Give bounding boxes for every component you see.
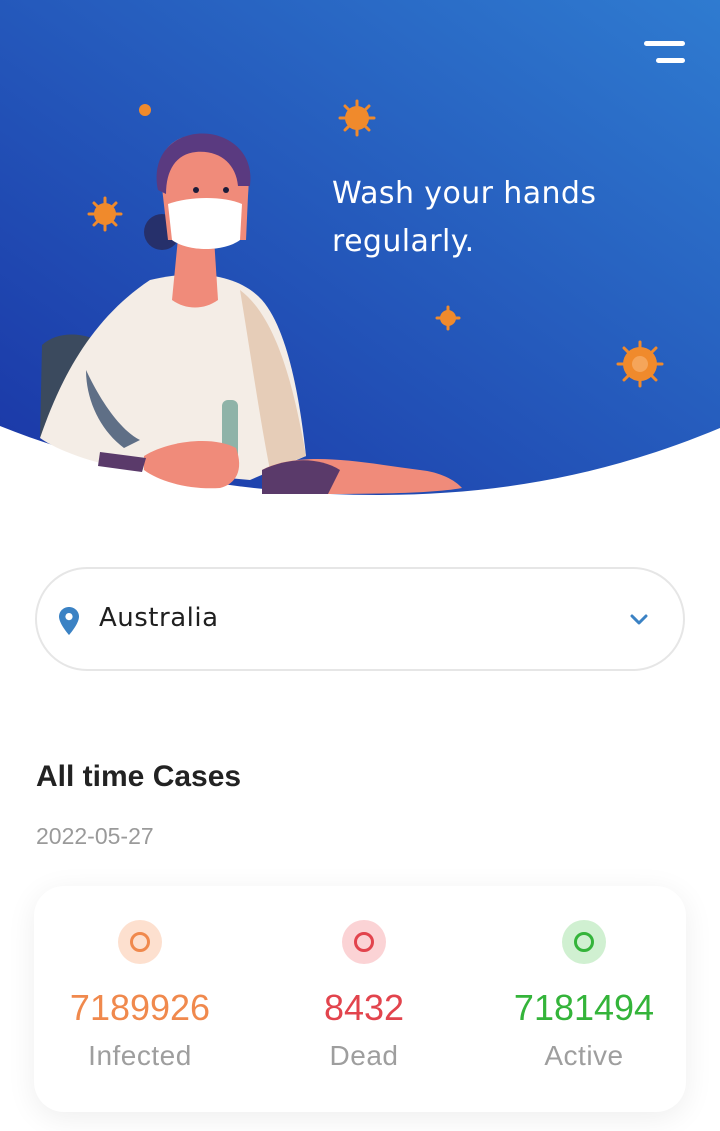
chevron-down-icon[interactable]: [629, 613, 649, 627]
dead-status-icon: [342, 920, 386, 964]
active-value: 7181494: [513, 987, 655, 1028]
stat-dead: 8432 Dead: [254, 886, 474, 1112]
stats-card: 7189926 Infected 8432 Dead 7181494 Activ…: [34, 886, 686, 1112]
dead-value: 8432: [323, 987, 405, 1028]
menu-button[interactable]: [638, 36, 692, 72]
country-value: Australia: [99, 603, 219, 633]
infected-label: Infected: [88, 1040, 192, 1071]
dead-label: Dead: [329, 1040, 399, 1071]
infected-value: 7189926: [69, 987, 211, 1028]
active-label: Active: [544, 1040, 624, 1071]
infected-status-icon: [118, 920, 162, 964]
section-date: 2022-05-27: [36, 823, 154, 849]
stat-active: 7181494 Active: [474, 886, 694, 1112]
country-select[interactable]: Australia: [35, 567, 685, 671]
menu-icon-line: [656, 58, 685, 63]
menu-icon: [644, 41, 685, 46]
section-title: All time Cases: [36, 760, 242, 793]
location-pin-icon: [59, 607, 79, 635]
stat-infected: 7189926 Infected: [30, 886, 250, 1112]
hero-message: Wash your hands regularly.: [332, 176, 597, 259]
active-status-icon: [562, 920, 606, 964]
